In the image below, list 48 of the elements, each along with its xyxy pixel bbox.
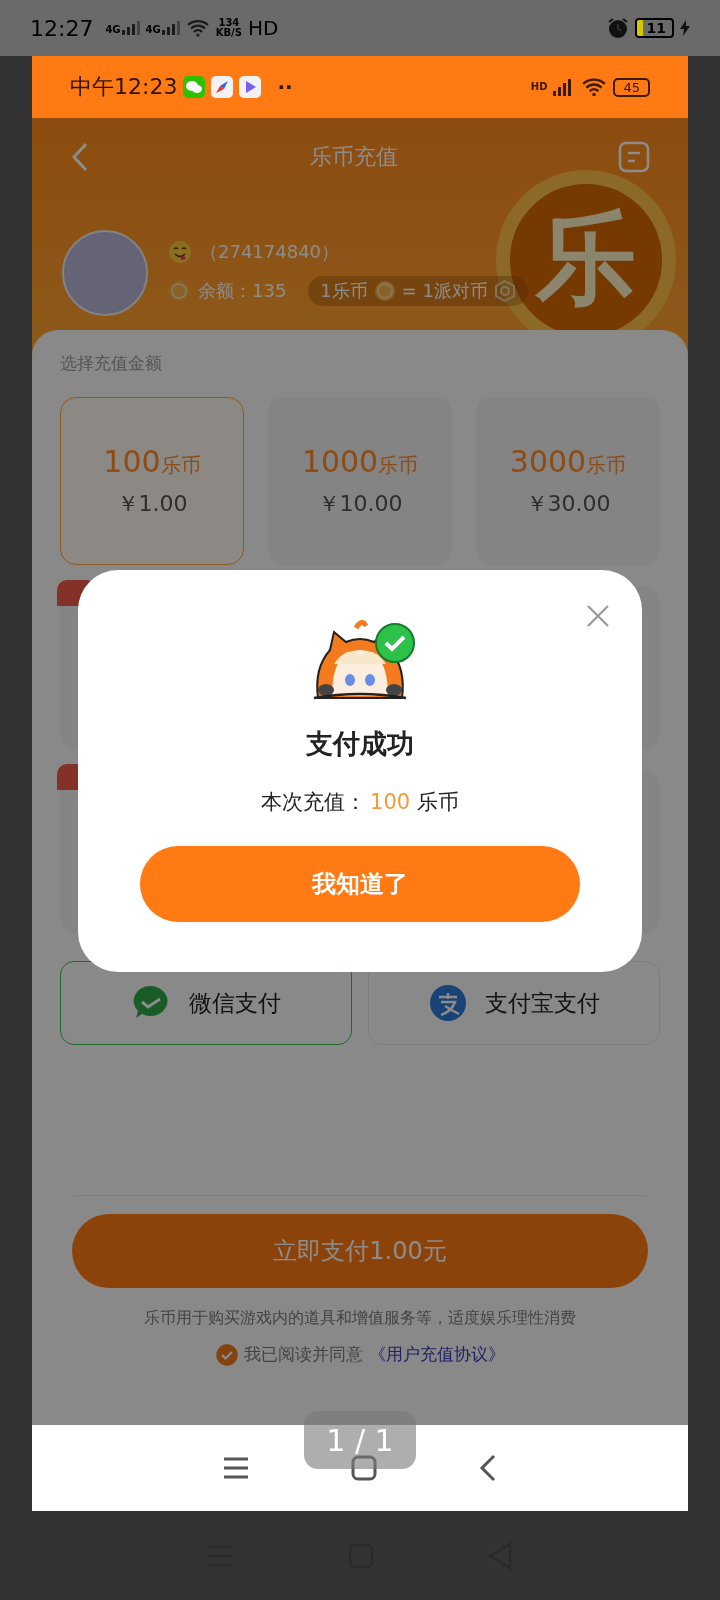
status-time: 中午12:23	[70, 73, 178, 101]
agreement-link[interactable]: 《用户充值协议》	[368, 1343, 505, 1366]
back-icon[interactable]	[477, 1454, 498, 1482]
network-speed: 134	[218, 18, 240, 28]
status-time: 12:27	[30, 15, 94, 41]
dialog-message: 本次充值： 100 乐币	[261, 789, 459, 816]
balance-text: 余额：135	[198, 279, 287, 303]
amount-option[interactable]: 1000乐币 ￥10.00	[268, 397, 452, 565]
amount-option[interactable]: 3000乐币 ￥30.00	[476, 397, 660, 565]
notice-text: 乐币用于购买游戏内的道具和增值服务等，适度娱乐理性消费	[143, 1308, 577, 1329]
battery-level: 11	[634, 18, 674, 38]
menu-icon[interactable]	[222, 1456, 251, 1480]
hd-label: HD	[248, 16, 279, 40]
dialog-title: 支付成功	[306, 727, 414, 761]
wifi-icon	[581, 77, 608, 97]
confirm-button[interactable]: 我知道了	[140, 846, 580, 922]
agreement-checkbox[interactable]	[215, 1343, 238, 1366]
pay-now-button[interactable]: 立即支付1.00元	[72, 1214, 648, 1288]
face-icon	[168, 240, 192, 264]
close-icon[interactable]	[586, 604, 610, 628]
agreement-text: 我已阅读并同意	[243, 1343, 363, 1366]
network-speed-unit: KB/S	[215, 28, 242, 38]
rate-text: 1乐币	[320, 279, 368, 303]
check-badge-icon	[374, 622, 416, 664]
more-notifications-icon: ··	[277, 75, 293, 99]
network-type-label: 4G	[105, 25, 121, 35]
signal-icon	[121, 21, 140, 35]
record-list-icon[interactable]	[618, 141, 650, 173]
wifi-icon	[185, 19, 210, 37]
rate-text: = 1派对币	[401, 279, 489, 303]
coin-icon	[373, 280, 396, 302]
page-indicator: 1 / 1	[304, 1411, 416, 1469]
signal-icon	[161, 21, 180, 35]
compass-app-icon	[211, 76, 234, 98]
coin-icon	[168, 280, 190, 302]
hd-label: HD	[530, 82, 548, 92]
amount-option[interactable]: 100乐币 ￥1.00	[60, 397, 244, 565]
battery-level: 45	[613, 77, 650, 97]
hexagon-coin-icon	[494, 280, 517, 302]
chat-app-icon	[183, 76, 206, 98]
network-type-label: 4G	[145, 25, 161, 35]
alarm-clock-icon	[606, 17, 629, 39]
page-title: 乐币充值	[310, 143, 398, 171]
user-id: （274174840）	[200, 240, 340, 264]
play-app-icon	[239, 76, 262, 98]
home-icon[interactable]	[351, 1455, 377, 1481]
payment-circle-icon	[428, 984, 467, 1022]
charging-icon	[680, 20, 690, 36]
